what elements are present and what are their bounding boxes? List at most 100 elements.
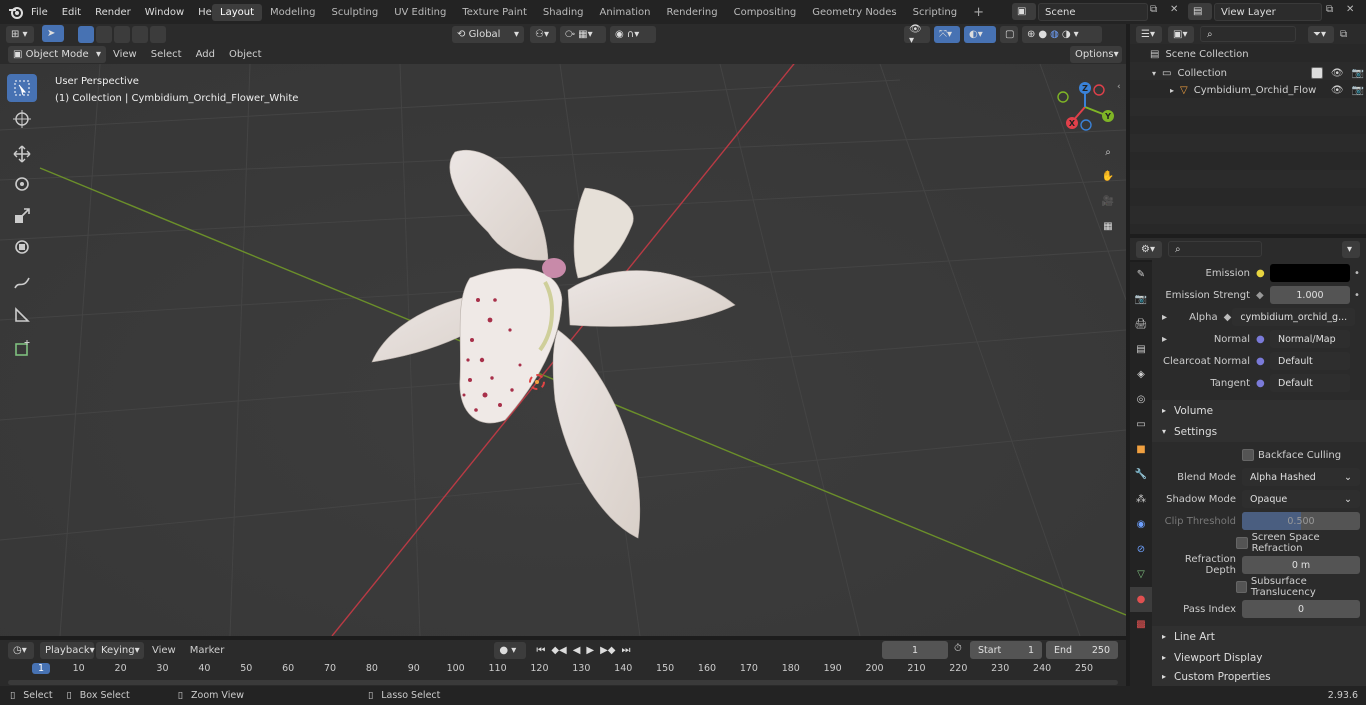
expand-arrow-icon[interactable]: ▸ — [1162, 334, 1167, 345]
material-tab-icon[interactable]: ● — [1130, 587, 1152, 612]
scene-field[interactable]: Scene — [1038, 3, 1148, 21]
proportional-edit-icon[interactable]: ◉ ∩▾ — [610, 26, 656, 43]
filter-icon[interactable]: ⏷▾ — [1308, 25, 1334, 43]
menu-window[interactable]: Window — [138, 7, 191, 18]
perspective-toggle-icon[interactable]: ▦ — [1098, 216, 1118, 236]
view-layer-field[interactable]: View Layer — [1214, 3, 1322, 21]
keying-menu[interactable]: Keying ▾ — [96, 641, 144, 659]
auto-keying-icon[interactable]: ● ▾ — [494, 641, 527, 659]
visibility-icon[interactable]: 👁▾ — [904, 24, 930, 46]
emission-color-field[interactable] — [1270, 264, 1350, 282]
wireframe-shading-icon[interactable]: ⊕ — [1027, 29, 1035, 40]
select-invert-icon[interactable] — [132, 26, 148, 43]
end-frame-field[interactable]: End 250 — [1046, 641, 1118, 659]
move-tool-icon[interactable] — [7, 140, 37, 168]
snap-icon[interactable]: ⧂ ▦▾ — [560, 26, 606, 43]
keyframe-dot-icon[interactable]: • — [1350, 290, 1364, 301]
outliner-row-collection[interactable]: ▾ ▭ Collection 👁 📷 — [1152, 67, 1364, 79]
object-tab-icon[interactable]: ■ — [1130, 437, 1152, 462]
expand-arrow-icon[interactable]: ▸ — [1170, 86, 1174, 95]
output-tab-icon[interactable]: 🖨 — [1130, 312, 1152, 337]
properties-options-icon[interactable]: ▾ — [1342, 240, 1360, 258]
eye-icon[interactable]: 👁 — [1331, 85, 1344, 96]
properties-editor-type-icon[interactable]: ⚙▾ — [1136, 240, 1162, 258]
viewport-menu-view[interactable]: View — [106, 49, 144, 60]
jump-start-icon[interactable]: ⏮ — [536, 645, 545, 656]
gizmo-icon[interactable]: ⤧▾ — [934, 26, 960, 43]
timeline-ruler[interactable]: 1 10 20 30 40 50 60 70 80 90 100 110 120 130 140 150 160… — [0, 660, 1126, 686]
add-workspace-icon[interactable]: + — [965, 2, 992, 23]
outliner-row-scene-collection[interactable]: ▤ Scene Collection — [1150, 49, 1249, 60]
custom-properties-panel-header[interactable]: ▸ Custom Properties — [1152, 667, 1366, 686]
annotate-tool-icon[interactable] — [7, 269, 37, 297]
tab-shading[interactable]: Shading — [535, 4, 592, 21]
properties-search-input[interactable]: ⌕ — [1168, 241, 1262, 257]
stopwatch-icon[interactable]: ⏱ — [954, 643, 962, 654]
object-mode-dropdown[interactable]: ▣ Object Mode ▾ — [8, 45, 106, 63]
tab-scripting[interactable]: Scripting — [905, 4, 965, 21]
tool-tab-icon[interactable]: ✎ — [1130, 262, 1152, 287]
eye-icon[interactable]: 👁 — [1331, 68, 1344, 79]
pass-index-field[interactable]: 0 — [1242, 600, 1360, 618]
outliner-row-object[interactable]: ▸ ▽ Cymbidium_Orchid_Flow 👁 📷 — [1170, 85, 1364, 96]
sidebar-toggle-icon[interactable]: ‹ — [1117, 82, 1121, 92]
display-mode-icon[interactable]: ▣▾ — [1168, 25, 1194, 43]
prev-keyframe-icon[interactable]: ◆◀ — [551, 645, 566, 656]
tab-sculpting[interactable]: Sculpting — [324, 4, 387, 21]
view-layer-tab-icon[interactable]: ▤ — [1130, 337, 1152, 362]
viewport-menu-object[interactable]: Object — [222, 49, 269, 60]
orchid-flower-object[interactable] — [360, 144, 750, 614]
xray-icon[interactable]: ▢ — [1000, 26, 1018, 43]
tab-uv-editing[interactable]: UV Editing — [386, 4, 454, 21]
tangent-field[interactable]: Default — [1270, 374, 1350, 392]
viewport-display-panel-header[interactable]: ▸ Viewport Display — [1152, 647, 1366, 668]
tab-texture-paint[interactable]: Texture Paint — [454, 4, 535, 21]
world-tab-icon[interactable]: ◎ — [1130, 387, 1152, 412]
outliner-editor-type-icon[interactable]: ☰▾ — [1136, 25, 1162, 43]
texture-tab-icon[interactable]: ▩ — [1130, 612, 1152, 637]
camera-view-icon[interactable]: 🎥 — [1098, 191, 1118, 211]
select-new-icon[interactable] — [78, 26, 94, 43]
viewport-menu-add[interactable]: Add — [189, 49, 222, 60]
select-subtract-icon[interactable] — [114, 26, 130, 43]
viewport-menu-select[interactable]: Select — [144, 49, 189, 60]
refraction-depth-field[interactable]: 0 m — [1242, 556, 1360, 574]
timeline-view-menu[interactable]: View — [152, 645, 176, 656]
chevron-down-icon[interactable]: ▾ — [1074, 29, 1079, 40]
rotate-tool-icon[interactable] — [7, 170, 37, 198]
zoom-icon[interactable]: ⌕ — [1098, 142, 1118, 162]
subsurface-translucency-checkbox[interactable] — [1235, 581, 1247, 593]
collection-tab-icon[interactable]: ▭ — [1130, 412, 1152, 437]
modifier-tab-icon[interactable]: 🔧 — [1130, 462, 1152, 487]
navigation-gizmo[interactable]: X Y Z — [1052, 80, 1122, 136]
constraints-tab-icon[interactable]: ⊘ — [1130, 537, 1152, 562]
select-intersect-icon[interactable] — [150, 26, 166, 43]
camera-render-icon[interactable]: 📷 — [1352, 85, 1364, 96]
playback-menu[interactable]: Playback ▾ — [40, 641, 95, 659]
tab-rendering[interactable]: Rendering — [659, 4, 726, 21]
tab-geometry-nodes[interactable]: Geometry Nodes — [804, 4, 904, 21]
timeline-scrollbar[interactable] — [8, 680, 1118, 685]
line-art-panel-header[interactable]: ▸ Line Art — [1152, 626, 1366, 647]
physics-tab-icon[interactable]: ◉ — [1130, 512, 1152, 537]
tab-compositing[interactable]: Compositing — [726, 4, 805, 21]
overlays-icon[interactable]: ◐▾ — [964, 26, 996, 43]
clip-threshold-slider[interactable]: 0.500 — [1242, 512, 1360, 530]
add-cube-tool-icon[interactable] — [7, 334, 37, 362]
cursor-tool-icon[interactable] — [7, 105, 37, 133]
tab-layout[interactable]: Layout — [212, 3, 262, 21]
menu-file[interactable]: File — [24, 7, 55, 18]
emission-strength-field[interactable]: 1.000 — [1270, 286, 1350, 304]
play-reverse-icon[interactable]: ◀ — [573, 645, 581, 656]
blend-mode-dropdown[interactable]: Alpha Hashed ⌄ — [1242, 468, 1360, 486]
expand-arrow-icon[interactable]: ▸ — [1162, 312, 1167, 323]
menu-edit[interactable]: Edit — [55, 7, 88, 18]
keyframe-dot-icon[interactable]: • — [1350, 268, 1364, 279]
select-extend-icon[interactable] — [96, 26, 112, 43]
new-view-layer-icon[interactable]: ⧉ — [1326, 4, 1333, 15]
new-scene-icon[interactable]: ⧉ — [1150, 4, 1157, 15]
backface-culling-checkbox[interactable] — [1242, 449, 1254, 461]
orientation-dropdown[interactable]: ⟲ Global ▾ — [452, 26, 524, 43]
render-tab-icon[interactable]: 📷 — [1130, 287, 1152, 312]
expand-arrow-icon[interactable]: ▾ — [1152, 69, 1156, 78]
